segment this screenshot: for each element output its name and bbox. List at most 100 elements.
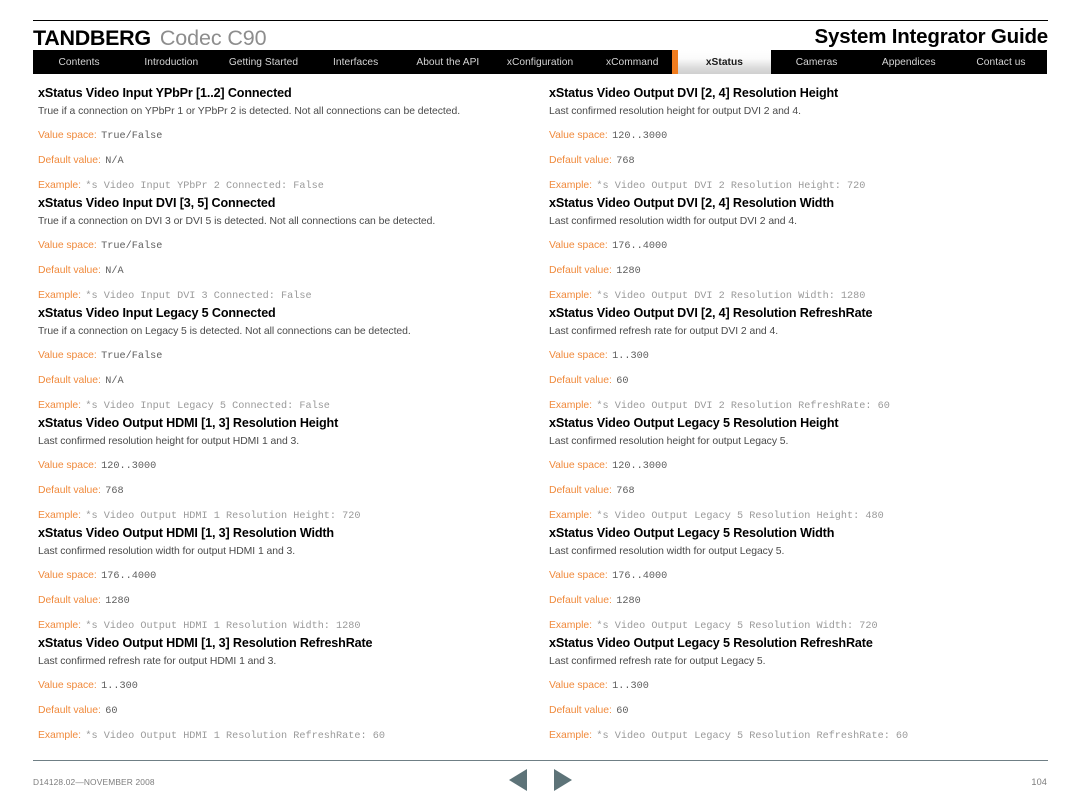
value-space-value: 1..300	[612, 681, 649, 692]
tab-interfaces[interactable]: Interfaces	[309, 50, 402, 74]
entry-title: xStatus Video Output DVI [2, 4] Resoluti…	[549, 196, 834, 210]
example-row: Example: *s Video Output HDMI 1 Resoluti…	[38, 727, 498, 743]
default-value-row: Default value: 1280	[38, 592, 498, 608]
value-space-label: Value space:	[549, 460, 608, 471]
example-label: Example:	[38, 290, 81, 301]
status-entry: xStatus Video Output HDMI [1, 3] Resolut…	[38, 636, 498, 743]
header-divider	[33, 20, 1048, 21]
example-label: Example:	[549, 180, 592, 191]
default-value-value: N/A	[105, 376, 124, 387]
default-value-value: 768	[616, 486, 635, 497]
default-value-value: N/A	[105, 156, 124, 167]
example-value: *s Video Output HDMI 1 Resolution Refres…	[85, 731, 385, 742]
tab-xconfiguration[interactable]: xConfiguration	[493, 50, 587, 74]
tab-xcommand[interactable]: xCommand	[586, 50, 679, 74]
default-value-label: Default value:	[549, 155, 612, 166]
value-space-value: 1..300	[612, 351, 649, 362]
page-header: TANDBERG Codec C90 System Integrator Gui…	[0, 0, 1080, 78]
default-value-label: Default value:	[38, 375, 101, 386]
entry-title: xStatus Video Output Legacy 5 Resolution…	[549, 526, 835, 540]
example-value: *s Video Output HDMI 1 Resolution Height…	[85, 511, 361, 522]
entry-description: Last confirmed refresh rate for output H…	[38, 656, 277, 667]
default-value-label: Default value:	[549, 595, 612, 606]
entry-title: xStatus Video Output Legacy 5 Resolution…	[549, 416, 839, 430]
default-value-label: Default value:	[38, 705, 101, 716]
tab-about-the-api[interactable]: About the API	[401, 50, 494, 74]
default-value-label: Default value:	[38, 265, 101, 276]
default-value-label: Default value:	[549, 375, 612, 386]
example-value: *s Video Output Legacy 5 Resolution Heig…	[596, 511, 884, 522]
example-row: Example: *s Video Output HDMI 1 Resoluti…	[38, 617, 498, 633]
entry-description: Last confirmed resolution height for out…	[549, 106, 801, 117]
status-entry: xStatus Video Output DVI [2, 4] Resoluti…	[549, 306, 1009, 413]
status-entry: xStatus Video Input DVI [3, 5] Connected…	[38, 196, 498, 303]
page-footer: D14128.02—NOVEMBER 2008 104	[0, 756, 1080, 811]
value-space-label: Value space:	[38, 240, 97, 251]
example-label: Example:	[38, 400, 81, 411]
default-value-value: 1280	[616, 596, 641, 607]
value-space-label: Value space:	[549, 130, 608, 141]
default-value-value: N/A	[105, 266, 124, 277]
entry-description: True if a connection on DVI 3 or DVI 5 i…	[38, 216, 436, 227]
default-value-row: Default value: 1280	[549, 262, 1009, 278]
value-space-row: Value space: True/False	[38, 127, 498, 143]
status-entry: xStatus Video Output HDMI [1, 3] Resolut…	[38, 416, 498, 523]
default-value-row: Default value: 60	[549, 372, 1009, 388]
status-entry: xStatus Video Output Legacy 5 Resolution…	[549, 636, 1009, 743]
value-space-value: 176..4000	[612, 571, 668, 582]
example-row: Example: *s Video Input DVI 3 Connected:…	[38, 287, 498, 303]
value-space-value: 1..300	[101, 681, 138, 692]
entry-title: xStatus Video Input YPbPr [1..2] Connect…	[38, 86, 292, 100]
status-entry: xStatus Video Output DVI [2, 4] Resoluti…	[549, 196, 1009, 303]
tab-xstatus[interactable]: xStatus	[672, 50, 771, 74]
section-tab-bar[interactable]: Contents Introduction Getting Started In…	[33, 50, 1048, 74]
default-value-row: Default value: N/A	[38, 262, 498, 278]
value-space-row: Value space: 176..4000	[549, 237, 1009, 253]
example-value: *s Video Input DVI 3 Connected: False	[85, 291, 312, 302]
default-value-value: 768	[616, 156, 635, 167]
example-label: Example:	[38, 620, 81, 631]
status-entry: xStatus Video Input YPbPr [1..2] Connect…	[38, 86, 498, 193]
entry-title: xStatus Video Input DVI [3, 5] Connected	[38, 196, 276, 210]
default-value-label: Default value:	[38, 595, 101, 606]
tab-contents[interactable]: Contents	[33, 50, 126, 74]
entry-description: Last confirmed resolution width for outp…	[549, 216, 797, 227]
example-row: Example: *s Video Output DVI 2 Resolutio…	[549, 287, 1009, 303]
product-name: Codec C90	[159, 26, 267, 50]
example-label: Example:	[549, 510, 592, 521]
entry-description: Last confirmed resolution width for outp…	[549, 546, 785, 557]
value-space-label: Value space:	[38, 130, 97, 141]
value-space-value: True/False	[101, 131, 163, 142]
example-value: *s Video Input Legacy 5 Connected: False	[85, 401, 330, 412]
example-row: Example: *s Video Input YPbPr 2 Connecte…	[38, 177, 498, 193]
value-space-label: Value space:	[38, 350, 97, 361]
value-space-value: 120..3000	[612, 461, 668, 472]
value-space-label: Value space:	[549, 350, 608, 361]
example-label: Example:	[38, 510, 81, 521]
entry-description: Last confirmed resolution height for out…	[549, 436, 789, 447]
status-entry: xStatus Video Output DVI [2, 4] Resoluti…	[549, 86, 1009, 193]
tab-getting-started[interactable]: Getting Started	[217, 50, 310, 74]
default-value-value: 60	[616, 376, 629, 387]
page-navigation[interactable]	[0, 769, 1080, 791]
value-space-label: Value space:	[549, 570, 608, 581]
guide-title: System Integrator Guide	[814, 25, 1049, 48]
example-value: *s Video Output Legacy 5 Resolution Refr…	[596, 731, 909, 742]
example-label: Example:	[549, 620, 592, 631]
tab-appendices[interactable]: Appendices	[862, 50, 955, 74]
default-value-value: 60	[616, 706, 629, 717]
value-space-row: Value space: True/False	[38, 347, 498, 363]
tab-cameras[interactable]: Cameras	[770, 50, 863, 74]
tab-contact-us[interactable]: Contact us	[954, 50, 1048, 74]
default-value-label: Default value:	[549, 705, 612, 716]
tab-introduction[interactable]: Introduction	[125, 50, 218, 74]
entry-description: Last confirmed resolution width for outp…	[38, 546, 296, 557]
value-space-label: Value space:	[38, 570, 97, 581]
value-space-row: Value space: 1..300	[38, 677, 498, 693]
value-space-row: Value space: 1..300	[549, 677, 1009, 693]
entry-description: Last confirmed refresh rate for output D…	[549, 326, 779, 337]
default-value-value: 60	[105, 706, 118, 717]
triangle-right-icon[interactable]	[553, 769, 572, 791]
brand-lockup: TANDBERG Codec C90	[33, 26, 267, 51]
triangle-left-icon[interactable]	[508, 769, 527, 791]
